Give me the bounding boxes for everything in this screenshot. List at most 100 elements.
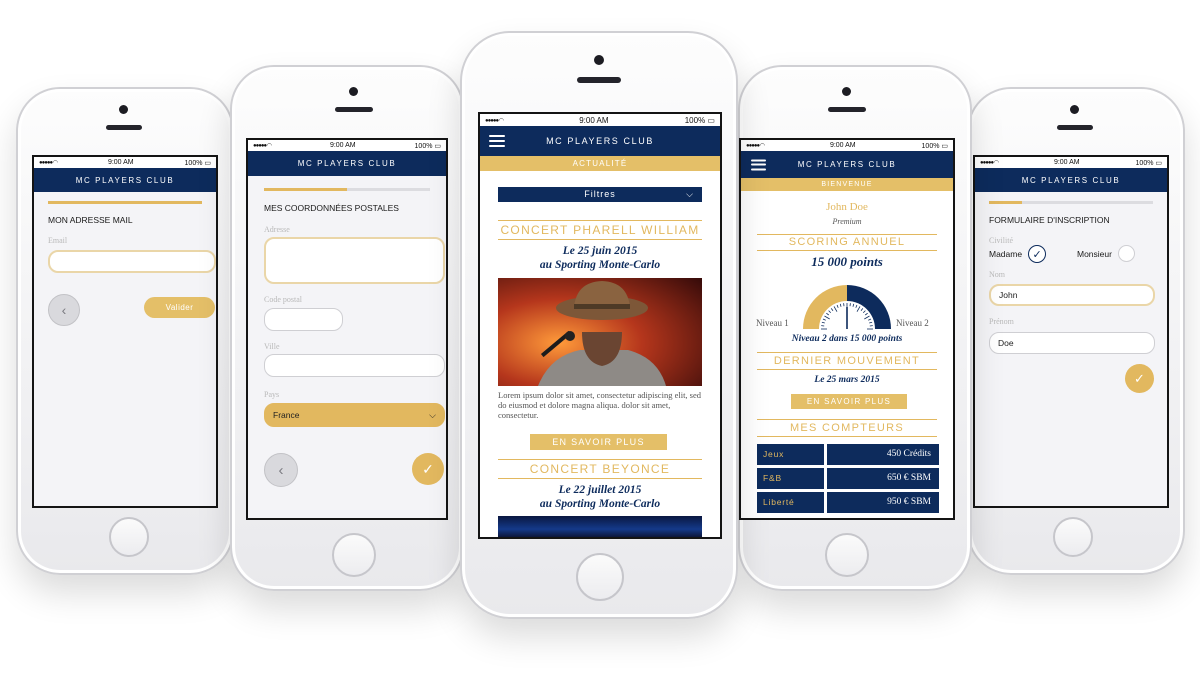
city-input[interactable] xyxy=(264,354,445,377)
screen-email: ●●●●● ◠ 9:00 AM 100% ▭ MC PLAYERS CLUB M… xyxy=(32,155,218,508)
signal-icon: ●●●●● ◠ xyxy=(746,143,765,149)
check-icon: ✓ xyxy=(422,460,434,477)
camera xyxy=(119,105,128,114)
home-button[interactable] xyxy=(1053,517,1093,557)
back-button[interactable]: ‹ xyxy=(48,294,80,326)
speaker xyxy=(828,107,866,112)
points-value: 15 000 points xyxy=(811,254,883,269)
more-button[interactable]: EN SAVOIR PLUS xyxy=(791,394,907,409)
filter-label: Filtres xyxy=(584,189,616,199)
filter-dropdown[interactable]: Filtres ⌵ xyxy=(498,187,702,202)
camera xyxy=(1070,105,1079,114)
status-time: 9:00 AM xyxy=(329,142,356,149)
progress-bar xyxy=(264,188,430,191)
level-note: Niveau 2 dans 15 000 points xyxy=(791,334,903,344)
firstname-input[interactable]: Doe xyxy=(989,332,1155,354)
chevron-left-icon: ‹ xyxy=(278,461,284,479)
email-input[interactable] xyxy=(48,250,216,273)
home-button[interactable] xyxy=(332,533,376,577)
progress-bar xyxy=(989,201,1153,204)
phone-address-step: ●●●●● ◠ 9:00 AM 100% ▭ MC PLAYERS CLUB M… xyxy=(230,65,464,591)
article-title: CONCERT PHARELL WILLIAM xyxy=(498,220,702,240)
app-title: MC PLAYERS CLUB xyxy=(75,175,175,185)
counter-value: 450 Crédits xyxy=(827,444,939,465)
camera xyxy=(842,87,851,96)
address-label: Adresse xyxy=(264,225,290,234)
app-header: MC PLAYERS CLUB xyxy=(741,151,953,178)
speaker xyxy=(106,125,142,130)
home-button[interactable] xyxy=(825,533,869,577)
article-date: Le 25 juin 2015 xyxy=(562,245,638,257)
more-button[interactable]: EN SAVOIR PLUS xyxy=(530,434,667,450)
country-select[interactable]: France ⌵ xyxy=(264,403,445,427)
battery: 100% ▭ xyxy=(1135,159,1162,167)
progress-bar xyxy=(48,201,202,204)
check-icon: ✓ xyxy=(1134,370,1145,386)
unchecked-radio[interactable] xyxy=(1117,245,1135,262)
scoring-heading: SCORING ANNUEL xyxy=(757,234,937,251)
counter-name: Jeux xyxy=(757,444,824,465)
speaker xyxy=(335,107,373,112)
counter-name: Liberté xyxy=(757,492,824,513)
check-icon: ✓ xyxy=(1032,248,1042,261)
battery: 100% ▭ xyxy=(684,115,715,125)
home-button[interactable] xyxy=(109,517,149,557)
counter-value: 650 € SBM xyxy=(827,468,939,489)
counter-row: F&B 650 € SBM xyxy=(757,468,939,489)
postal-input[interactable] xyxy=(264,308,343,331)
chevron-down-icon: ⌵ xyxy=(686,189,694,199)
screen-dashboard: ●●●●● ◠ 9:00 AM 100% ▭ MC PLAYERS CLUB B… xyxy=(739,138,955,520)
confirm-button[interactable]: ✓ xyxy=(412,453,444,485)
counters-heading: MES COMPTEURS xyxy=(757,419,937,437)
signal-icon: ●●●●● ◠ xyxy=(485,117,504,124)
counter-row: Jeux 450 Crédits xyxy=(757,444,939,465)
country-value: France xyxy=(273,410,300,420)
app-header: MC PLAYERS CLUB xyxy=(34,168,216,192)
article-date: Le 22 juillet 2015 xyxy=(558,484,642,496)
option-monsieur-label: Monsieur xyxy=(1077,248,1112,259)
phone-news: ●●●●● ◠ 9:00 AM 100% ▭ MC PLAYERS CLUB A… xyxy=(460,31,738,619)
article-venue: au Sporting Monte-Carlo xyxy=(539,259,661,271)
option-madame[interactable]: Madame ✓ xyxy=(989,245,1047,263)
menu-icon[interactable] xyxy=(751,159,766,170)
chevron-left-icon: ‹ xyxy=(61,302,67,318)
phone-signup: ●●●●● ◠ 9:00 AM 100% ▭ MC PLAYERS CLUB F… xyxy=(967,87,1185,575)
section-bar: ACTUALITÉ xyxy=(480,156,720,171)
counters-table: Jeux 450 Crédits F&B 650 € SBM Liberté 9… xyxy=(757,444,939,513)
option-monsieur[interactable]: Monsieur xyxy=(1077,245,1135,262)
back-button[interactable]: ‹ xyxy=(264,453,298,487)
address-input[interactable] xyxy=(264,237,445,284)
user-name: John Doe xyxy=(826,201,868,213)
phone-email-step: ●●●●● ◠ 9:00 AM 100% ▭ MC PLAYERS CLUB M… xyxy=(16,87,234,575)
home-button[interactable] xyxy=(576,553,624,601)
validate-button[interactable]: Valider xyxy=(144,297,215,318)
civility-label: Civilité xyxy=(989,236,1013,245)
menu-icon[interactable] xyxy=(489,135,505,147)
article-body: Lorem ipsum dolor sit amet, consectetur … xyxy=(498,390,702,420)
signal-icon: ●●●●● ◠ xyxy=(39,160,58,166)
option-madame-label: Madame xyxy=(989,249,1023,259)
status-time: 9:00 AM xyxy=(1053,159,1080,166)
country-label: Pays xyxy=(264,390,280,399)
status-bar: ●●●●● ◠ 9:00 AM 100% ▭ xyxy=(741,140,953,151)
app-title: MC PLAYERS CLUB xyxy=(797,160,897,169)
score-gauge xyxy=(803,285,891,330)
progress-fill xyxy=(264,188,347,191)
article-photo xyxy=(498,516,702,537)
battery: 100% ▭ xyxy=(414,142,441,150)
confirm-button[interactable]: ✓ xyxy=(1125,364,1154,393)
app-header: MC PLAYERS CLUB xyxy=(248,151,446,176)
checked-radio[interactable]: ✓ xyxy=(1028,245,1047,263)
level-right: Niveau 2 xyxy=(896,318,929,328)
status-bar: ●●●●● ◠ 9:00 AM 100% ▭ xyxy=(34,157,216,168)
lastname-input[interactable]: John xyxy=(989,284,1155,306)
counter-value: 950 € SBM xyxy=(827,492,939,513)
article-photo xyxy=(498,278,702,386)
progress-fill xyxy=(989,201,1022,204)
page-title: MES COORDONNÉES POSTALES xyxy=(264,203,399,213)
email-label: Email xyxy=(48,236,68,245)
progress-fill xyxy=(48,201,202,204)
battery: 100% ▭ xyxy=(921,142,948,150)
app-header: MC PLAYERS CLUB xyxy=(480,126,720,156)
status-time: 9:00 AM xyxy=(579,115,609,125)
